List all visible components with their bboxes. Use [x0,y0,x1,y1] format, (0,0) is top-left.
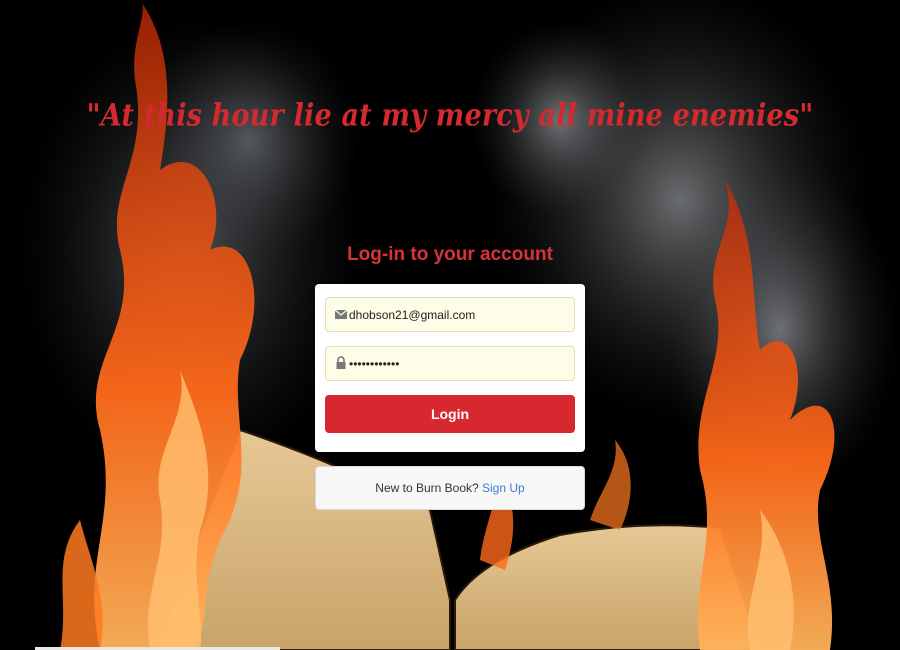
password-field[interactable] [348,347,569,380]
lock-icon [336,356,346,369]
signup-message: New to Burn Book? Sign Up [315,466,585,510]
page-quote: "At this hour lie at my mercy all mine e… [86,97,814,134]
email-field-wrapper[interactable] [325,297,575,332]
email-field[interactable] [348,298,569,331]
password-field-wrapper[interactable] [325,346,575,381]
signup-link[interactable]: Sign Up [482,481,525,495]
login-heading: Log-in to your account [347,244,553,265]
envelope-icon [334,309,348,319]
signup-prompt: New to Burn Book? [375,481,479,495]
login-form: Login [315,284,585,452]
login-button[interactable]: Login [325,395,575,433]
